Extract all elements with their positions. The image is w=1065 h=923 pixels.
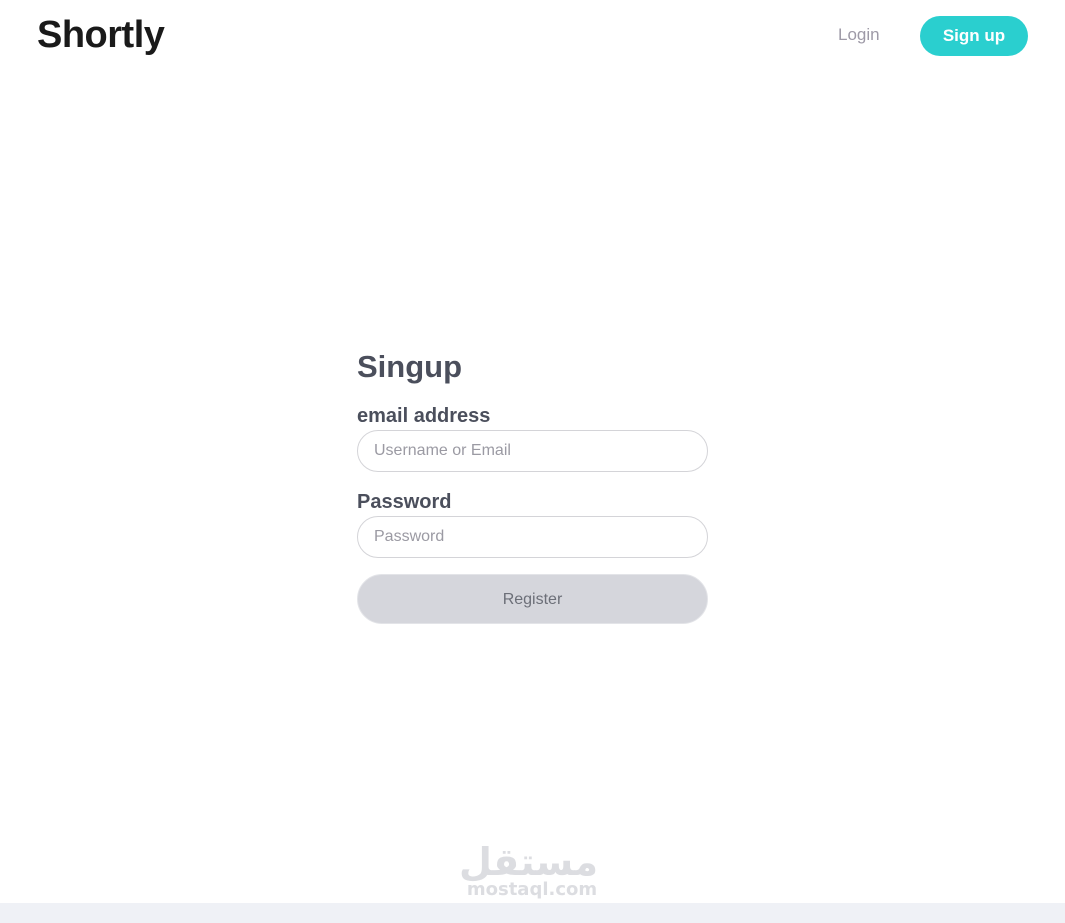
password-field[interactable] — [357, 516, 708, 558]
register-button[interactable]: Register — [357, 574, 708, 624]
footer-strip — [0, 903, 1065, 923]
watermark-arabic-text: مستقل — [459, 840, 598, 884]
signup-button[interactable]: Sign up — [920, 16, 1028, 56]
email-field[interactable] — [357, 430, 708, 472]
form-title: Singup — [357, 349, 463, 384]
watermark-latin-text: mostaql.com — [466, 879, 598, 900]
email-label: email address — [357, 405, 491, 427]
logo[interactable]: Shortly — [37, 12, 165, 58]
password-label: Password — [357, 491, 452, 513]
site-header: Shortly Login Sign up — [0, 0, 1065, 72]
watermark-logo: مستقل mostaql.com — [459, 840, 598, 908]
login-link[interactable]: Login — [838, 24, 880, 46]
